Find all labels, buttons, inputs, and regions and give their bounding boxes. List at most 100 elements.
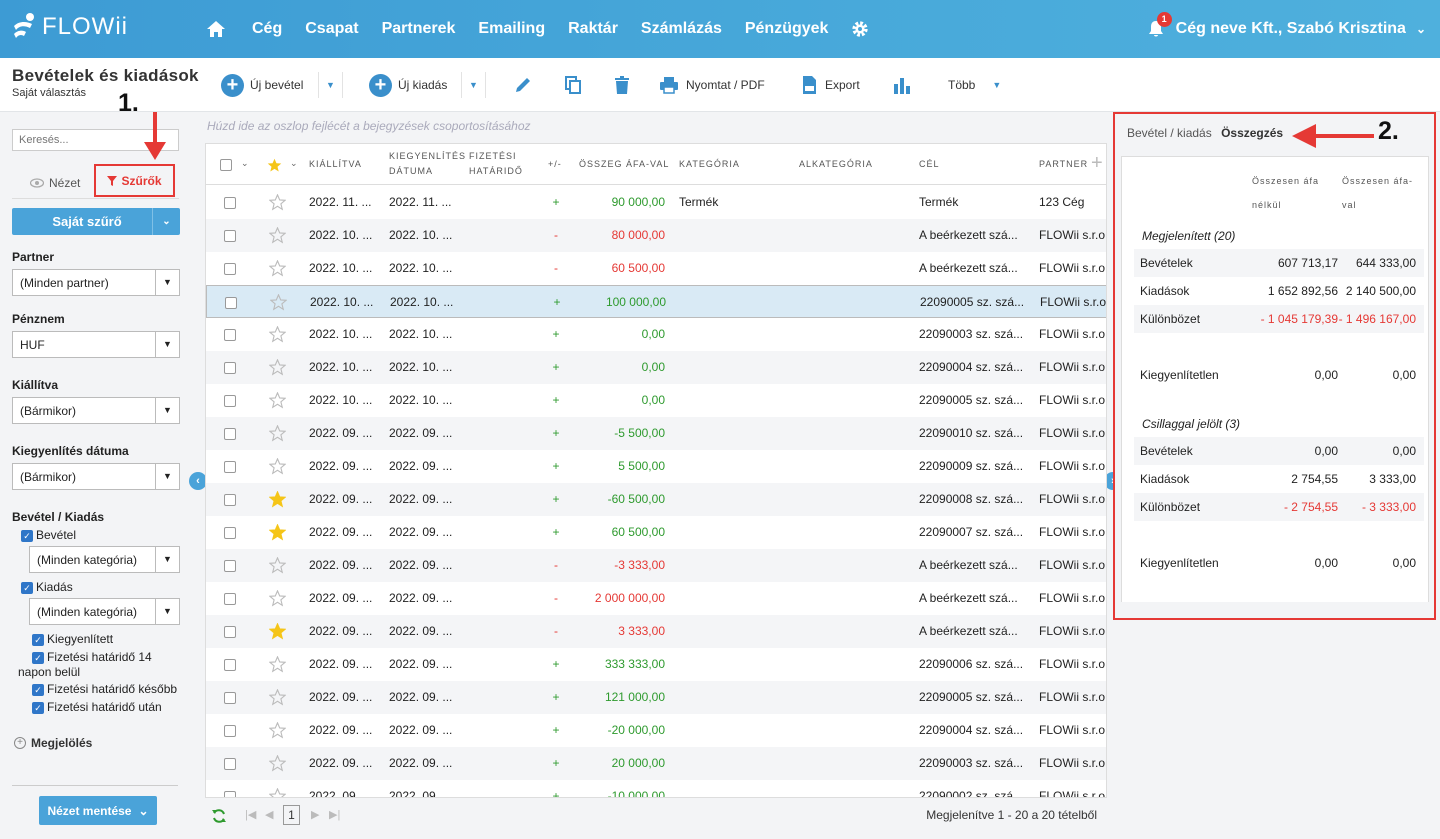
row-checkbox[interactable] (224, 725, 236, 737)
table-row[interactable]: 2022. 10. ... 2022. 10. ... +100 000,00 220… (206, 285, 1106, 318)
row-checkbox[interactable] (224, 362, 236, 374)
star-outline-icon[interactable] (269, 788, 286, 798)
income-checkbox[interactable]: ✓ Bevétel (21, 528, 76, 543)
row-checkbox[interactable] (224, 659, 236, 671)
star-filled-icon[interactable] (267, 158, 282, 173)
print-pdf-button[interactable]: Nyomtat / PDF (659, 58, 765, 112)
row-checkbox[interactable] (224, 626, 236, 638)
star-outline-icon[interactable] (269, 722, 286, 739)
star-outline-icon[interactable] (269, 227, 286, 244)
nav-szamlazas[interactable]: Számlázás (641, 20, 722, 38)
table-row[interactable]: 2022. 10. ... 2022. 10. ... +0,00 22090004 … (206, 351, 1106, 384)
chevron-down-icon[interactable]: ⌄ (241, 158, 249, 169)
select-all-checkbox[interactable] (220, 159, 232, 171)
table-row[interactable]: 2022. 10. ... 2022. 10. ... - 80 000,00 A be… (206, 219, 1106, 252)
row-checkbox[interactable] (224, 692, 236, 704)
star-outline-icon[interactable] (269, 359, 286, 376)
last-page-icon[interactable]: ▶| (329, 808, 340, 821)
star-outline-icon[interactable] (270, 294, 287, 311)
nav-ceg[interactable]: Cég (252, 20, 282, 38)
currency-select[interactable]: HUF ▼ (12, 331, 180, 358)
copy-button[interactable] (563, 58, 583, 112)
table-row[interactable]: 2022. 09. ... 2022. 09. ... + -60 500,00 220… (206, 483, 1106, 516)
due-after-checkbox[interactable]: ✓ Fizetési határidő után (32, 700, 162, 715)
chart-button[interactable] (892, 58, 912, 112)
flowii-logo[interactable]: FLOWii (12, 12, 128, 42)
table-row[interactable]: 2022. 09. ... 2022. 09. ... - 3 333,00 A beé… (206, 615, 1106, 648)
row-checkbox[interactable] (224, 428, 236, 440)
home-icon[interactable] (206, 19, 226, 39)
partner-select[interactable]: (Minden partner) ▼ (12, 269, 180, 296)
star-filled-icon[interactable] (269, 524, 286, 541)
table-row[interactable]: 2022. 09. ... 2022. 09. ... - -3 333,00 A be… (206, 549, 1106, 582)
new-expense-button[interactable]: + Új kiadás (369, 58, 447, 112)
star-outline-icon[interactable] (269, 590, 286, 607)
table-row[interactable]: 2022. 09. ... 2022. 09. ... + -20 000,00 220… (206, 714, 1106, 747)
table-row[interactable]: 2022. 10. ... 2022. 10. ... +0,00 22090003 … (206, 318, 1106, 351)
refresh-icon[interactable] (211, 808, 227, 824)
tab-view[interactable]: Nézet (30, 176, 80, 190)
nav-emailing[interactable]: Emailing (478, 20, 545, 38)
col-amount[interactable]: Összeg áfa-val (579, 157, 669, 172)
col-issued[interactable]: Kiállítva (309, 157, 362, 172)
nav-penzugyek[interactable]: Pénzügyek (745, 20, 829, 38)
more-button[interactable]: Több ▼ (948, 58, 1001, 112)
table-row[interactable]: 2022. 09. ... 2022. 09. ... +333 333,00 220… (206, 648, 1106, 681)
settled-checkbox[interactable]: ✓ Kiegyenlített (32, 632, 113, 647)
export-button[interactable]: Export (799, 58, 860, 112)
row-checkbox[interactable] (224, 527, 236, 539)
edit-button[interactable] (513, 58, 533, 112)
row-checkbox[interactable] (224, 329, 236, 341)
next-page-icon[interactable]: ▶ (311, 808, 319, 821)
row-checkbox[interactable] (224, 791, 236, 797)
star-outline-icon[interactable] (269, 194, 286, 211)
row-checkbox[interactable] (224, 230, 236, 242)
row-checkbox[interactable] (224, 197, 236, 209)
col-partner[interactable]: Partner (1039, 157, 1088, 172)
delete-button[interactable] (612, 58, 632, 112)
star-outline-icon[interactable] (269, 755, 286, 772)
table-row[interactable]: 2022. 09. ... 2022. 09. ... +121 000,00 220… (206, 681, 1106, 714)
nav-csapat[interactable]: Csapat (305, 20, 358, 38)
due-later-checkbox[interactable]: ✓ Fizetési határidő később (32, 682, 177, 697)
table-row[interactable]: 2022. 10. ... 2022. 10. ... +0,00 22090005 … (206, 384, 1106, 417)
table-row[interactable]: 2022. 09. ... 2022. 09. ... - 2 000 000,00 A… (206, 582, 1106, 615)
tab-summary[interactable]: Összegzés (1221, 126, 1283, 140)
star-outline-icon[interactable] (269, 458, 286, 475)
chevron-down-icon[interactable]: ⌄ (290, 158, 298, 169)
col-sign[interactable]: +/- (548, 157, 562, 172)
current-page[interactable]: 1 (283, 805, 300, 825)
tab-filters[interactable]: Szűrők (94, 164, 175, 197)
gear-icon[interactable] (851, 20, 869, 38)
row-checkbox[interactable] (224, 758, 236, 770)
row-checkbox[interactable] (224, 560, 236, 572)
row-checkbox[interactable] (224, 494, 236, 506)
table-row[interactable]: 2022. 09. ... 2022. 09. ... + -10 000,00 220… (206, 780, 1106, 798)
row-checkbox[interactable] (225, 297, 237, 309)
marking-expander[interactable]: + Megjelölés (14, 736, 92, 750)
user-menu[interactable]: 1 Cég neve Kft., Szabó Krisztina ⌄ (1148, 0, 1426, 58)
star-filled-icon[interactable] (269, 491, 286, 508)
star-outline-icon[interactable] (269, 392, 286, 409)
table-row[interactable]: 2022. 10. ... 2022. 10. ... - 60 500,00 A be… (206, 252, 1106, 285)
bell-icon[interactable]: 1 (1148, 12, 1172, 38)
first-page-icon[interactable]: |◀ (245, 808, 256, 821)
star-outline-icon[interactable] (269, 557, 286, 574)
col-due-date[interactable]: Fizetési határidő (469, 149, 541, 179)
settle-date-select[interactable]: (Bármikor) ▼ (12, 463, 180, 490)
col-subcategory[interactable]: Alkategória (799, 157, 873, 172)
own-filter-button[interactable]: Saját szűrő ⌄ (12, 208, 180, 235)
new-income-button[interactable]: + Új bevétel (221, 58, 303, 112)
save-view-button[interactable]: Nézet mentése ⌄ (39, 796, 157, 825)
income-category-select[interactable]: (Minden kategória) ▼ (29, 546, 180, 573)
col-category[interactable]: Kategória (679, 157, 740, 172)
row-checkbox[interactable] (224, 263, 236, 275)
star-outline-icon[interactable] (269, 425, 286, 442)
expense-category-select[interactable]: (Minden kategória) ▼ (29, 598, 180, 625)
new-expense-dropdown[interactable]: ▼ (469, 58, 478, 112)
table-row[interactable]: 2022. 09. ... 2022. 09. ... + -5 500,00 2209… (206, 417, 1106, 450)
due14-checkbox[interactable]: ✓ Fizetési határidő 14 napon belül (18, 650, 178, 680)
table-row[interactable]: 2022. 11. ... 2022. 11. ... +90 000,00 Term… (206, 186, 1106, 219)
new-income-dropdown[interactable]: ▼ (326, 58, 335, 112)
star-outline-icon[interactable] (269, 656, 286, 673)
